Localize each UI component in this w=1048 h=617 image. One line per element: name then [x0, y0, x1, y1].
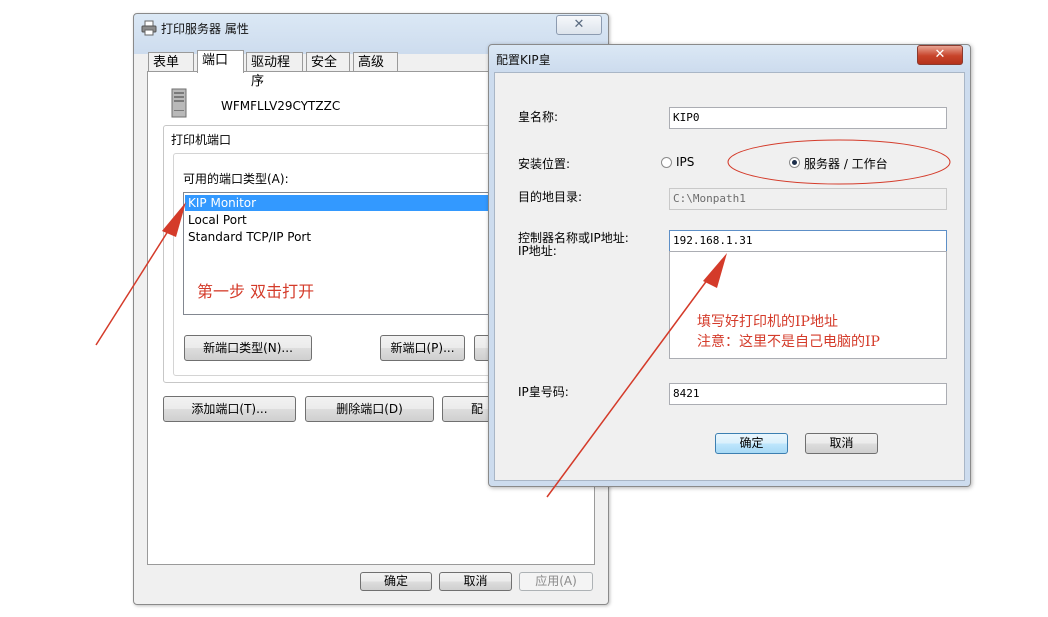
annotation-overlay [95, 139, 951, 498]
highlight-ellipse [727, 139, 951, 185]
tab-ports[interactable]: 端口 [197, 50, 244, 73]
arrow-2-shaft [546, 259, 723, 498]
arrow-2-head [703, 253, 727, 288]
arrow-1-head [162, 202, 186, 237]
